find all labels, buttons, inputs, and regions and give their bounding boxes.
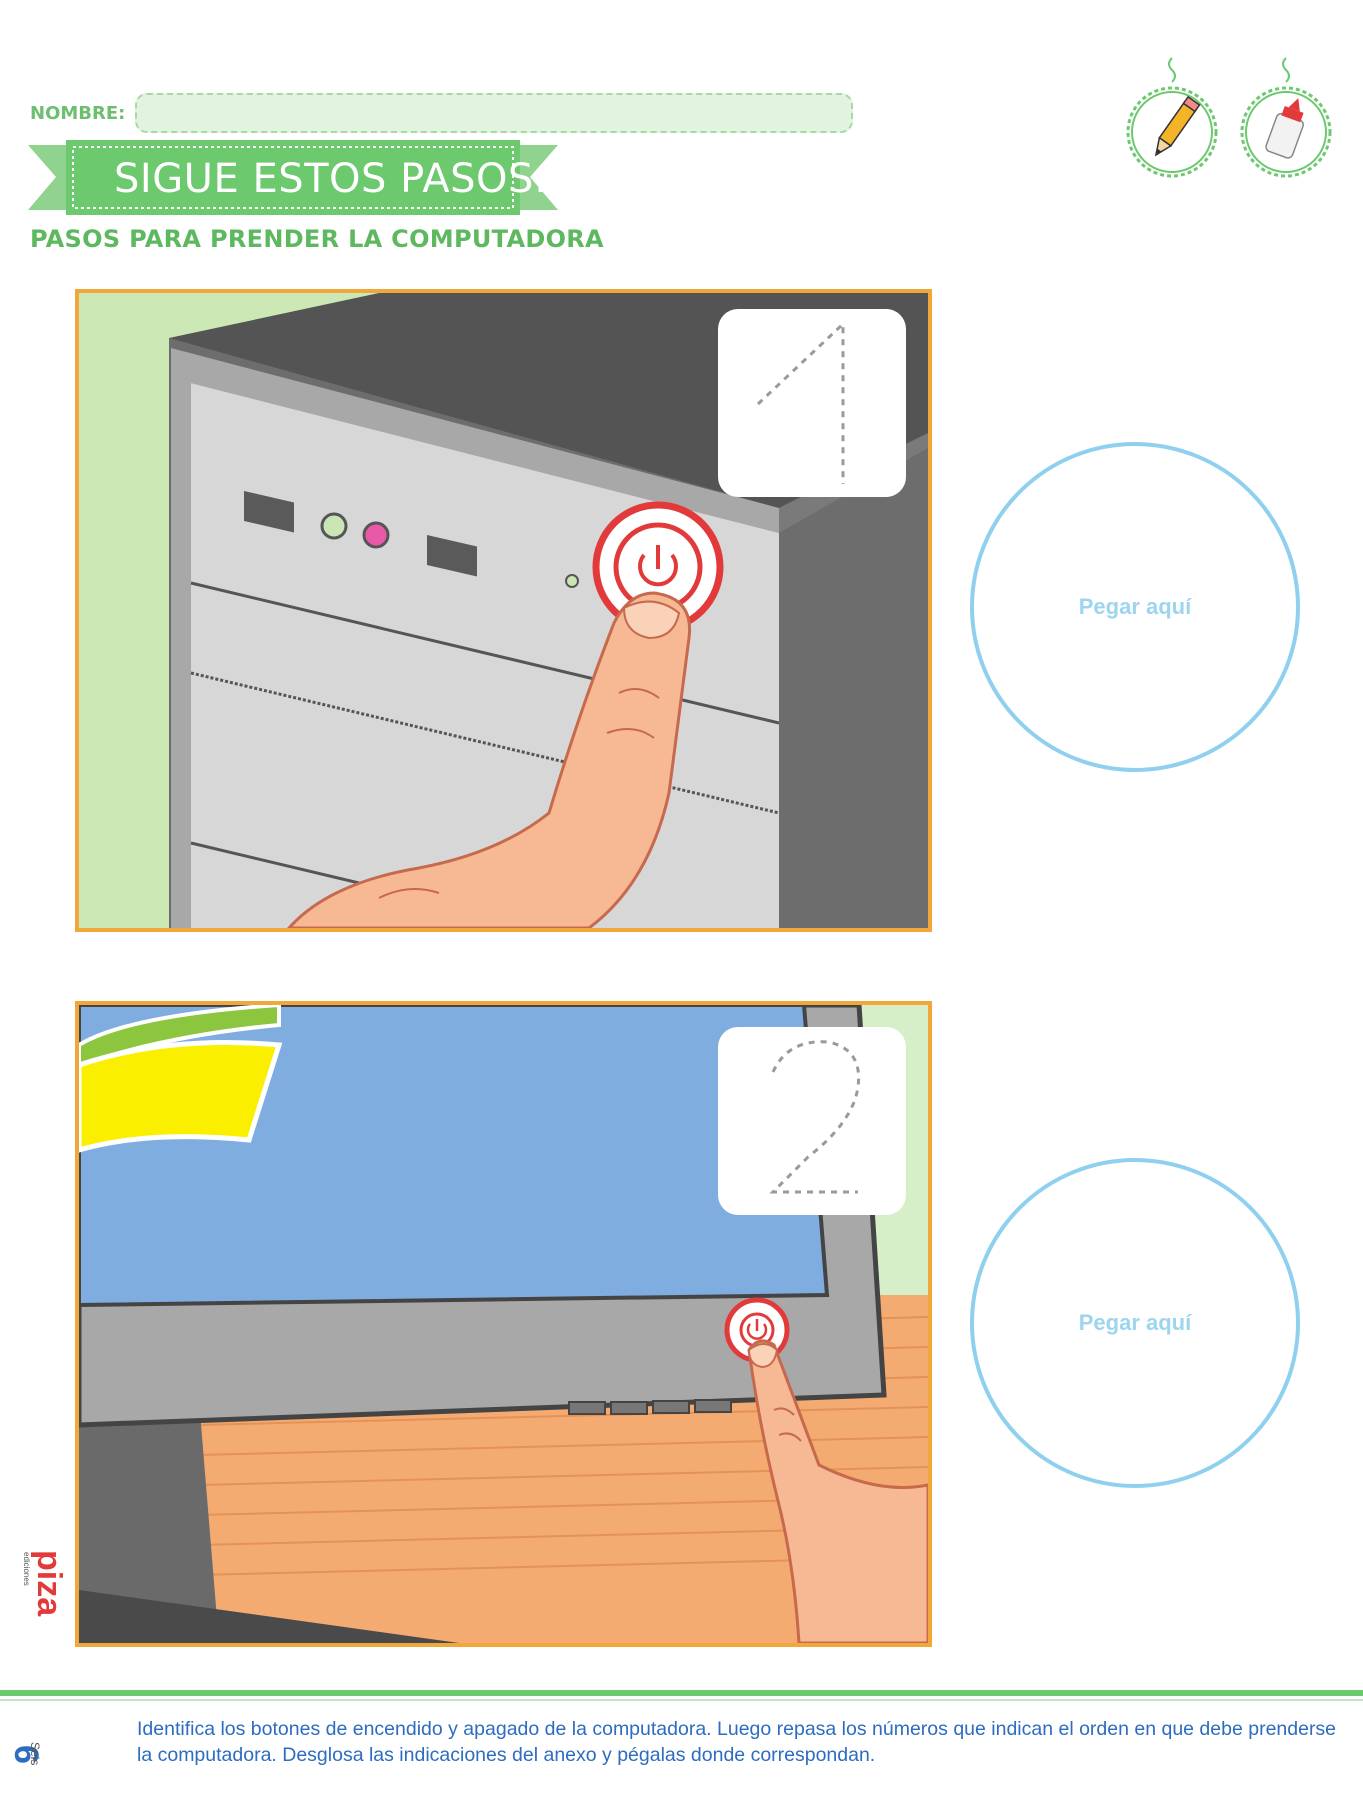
step-1-number: 1 bbox=[718, 309, 719, 310]
paste-area-1[interactable]: Pegar aquí bbox=[970, 442, 1300, 772]
svg-text:piza: piza bbox=[30, 1550, 68, 1617]
publisher-logo: piza ediciones bbox=[22, 1540, 72, 1650]
banner-title: SIGUE ESTOS PASOS: bbox=[114, 156, 548, 202]
subtitle: PASOS PARA PRENDER LA COMPUTADORA bbox=[30, 225, 604, 253]
glue-icon bbox=[1236, 50, 1336, 180]
instructions-text: Identifica los botones de encendido y ap… bbox=[137, 1718, 1337, 1766]
paste-area-2[interactable]: Pegar aquí bbox=[970, 1158, 1300, 1488]
paste-label: Pegar aquí bbox=[1078, 1310, 1192, 1335]
name-label: NOMBRE: bbox=[30, 103, 126, 124]
svg-text:ediciones: ediciones bbox=[22, 1552, 31, 1586]
name-field[interactable] bbox=[135, 93, 853, 133]
pencil-icon bbox=[1122, 50, 1222, 180]
step-2-illustration: 2 bbox=[75, 1001, 932, 1647]
step-2-number: 2 bbox=[718, 1027, 719, 1028]
footer-divider bbox=[0, 1690, 1363, 1696]
step-number-card: 1 bbox=[718, 309, 906, 497]
title-banner: SIGUE ESTOS PASOS: bbox=[28, 140, 558, 220]
footer-divider-thin bbox=[0, 1699, 1363, 1701]
page-number-word: Seis bbox=[28, 1742, 42, 1766]
step-number-card: 2 bbox=[718, 1027, 906, 1215]
paste-label: Pegar aquí bbox=[1078, 594, 1192, 619]
step-1-illustration: 1 bbox=[75, 289, 932, 932]
